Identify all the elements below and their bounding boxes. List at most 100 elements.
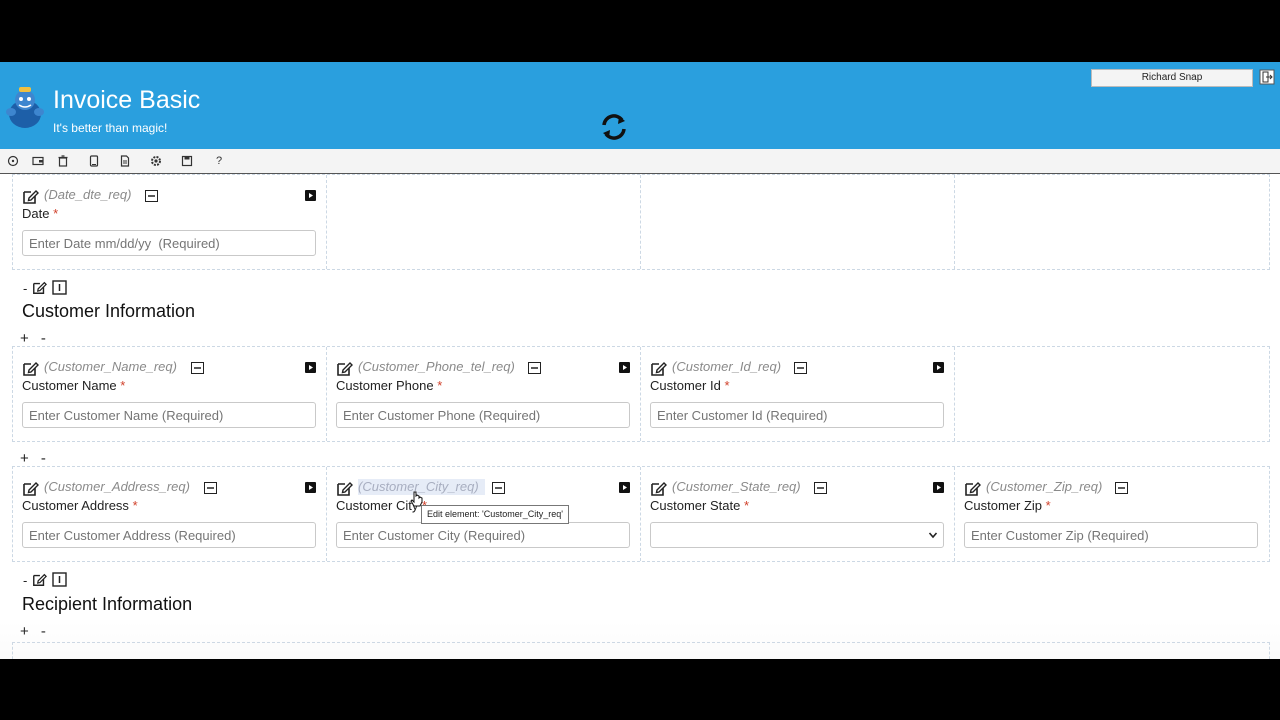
add-remove-row-controls[interactable]: + - xyxy=(20,623,50,640)
customer-state-cell: (Customer_State_req) Customer State * xyxy=(641,467,955,561)
collapse-icon[interactable] xyxy=(1115,482,1128,494)
edit-icon[interactable] xyxy=(650,360,667,377)
label-text: Customer Address xyxy=(22,498,129,513)
required-marker: * xyxy=(53,206,59,221)
customer-name-cell: (Customer_Name_req) Customer Name * xyxy=(13,347,327,441)
field-id-label: (Date_dte_req) xyxy=(44,187,132,202)
edit-section-icon[interactable] xyxy=(32,572,47,587)
form-content: (Date_dte_req) Date * - Customer Informa… xyxy=(0,174,1280,659)
save-icon[interactable] xyxy=(181,155,193,167)
document-icon[interactable] xyxy=(119,155,131,167)
edit-icon[interactable] xyxy=(22,360,39,377)
collapse-icon[interactable] xyxy=(191,362,204,374)
gear-icon[interactable] xyxy=(150,155,162,167)
customer-address-cell: (Customer_Address_req) Customer Address … xyxy=(13,467,327,561)
collapse-icon[interactable] xyxy=(528,362,541,374)
empty-cell xyxy=(955,175,1268,269)
tablet-icon[interactable] xyxy=(88,155,100,167)
empty-cell xyxy=(955,347,1268,441)
customer-section-title: Customer Information xyxy=(22,301,196,321)
date-input[interactable] xyxy=(22,230,316,256)
empty-cell xyxy=(327,175,641,269)
label-text: Customer Name xyxy=(22,378,117,393)
customer-phone-label: Customer Phone * xyxy=(336,378,442,393)
label-text: Customer City xyxy=(336,498,419,513)
date-row: (Date_dte_req) Date * xyxy=(12,174,1270,270)
move-right-icon[interactable] xyxy=(619,362,630,373)
field-id-label: (Customer_Id_req) xyxy=(672,359,782,374)
app-title: Invoice Basic xyxy=(53,86,201,114)
field-id-label: (Customer_State_req) xyxy=(672,479,801,494)
label-text: Customer Phone xyxy=(336,378,434,393)
date-label-text: Date xyxy=(22,206,50,221)
empty-cell xyxy=(641,175,955,269)
collapse-icon[interactable] xyxy=(794,362,807,374)
move-right-icon[interactable] xyxy=(305,362,316,373)
tooltip: Edit element: 'Customer_City_req' xyxy=(421,505,569,524)
field-id-label: (Customer_Phone_tel_req) xyxy=(358,359,515,374)
edit-icon[interactable] xyxy=(22,188,39,205)
recipient-section-title: Recipient Information xyxy=(22,594,193,614)
customer-address-input[interactable] xyxy=(22,522,316,548)
customer-address-label: Customer Address * xyxy=(22,498,138,513)
customer-state-label: Customer State * xyxy=(650,498,749,513)
edit-icon[interactable] xyxy=(336,480,353,497)
required-marker: * xyxy=(132,498,138,513)
collapse-icon[interactable] xyxy=(814,482,827,494)
customer-city-input[interactable] xyxy=(336,522,630,548)
edit-icon[interactable] xyxy=(650,480,667,497)
customer-id-cell: (Customer_Id_req) Customer Id * xyxy=(641,347,955,441)
field-id-label: (Customer_Address_req) xyxy=(44,479,190,494)
add-remove-row-controls[interactable]: + - xyxy=(20,450,50,467)
customer-row-1: (Customer_Name_req) Customer Name * (Cus… xyxy=(12,346,1270,442)
customer-zip-cell: (Customer_Zip_req) Customer Zip * xyxy=(955,467,1268,561)
customer-zip-input[interactable] xyxy=(964,522,1258,548)
app-window: Invoice Basic It's better than magic! Ri… xyxy=(0,62,1280,659)
customer-state-select[interactable] xyxy=(650,522,944,548)
trash-icon[interactable] xyxy=(57,155,69,167)
section-info-icon[interactable] xyxy=(52,280,67,295)
required-marker: * xyxy=(1045,498,1051,513)
edit-icon[interactable] xyxy=(964,480,981,497)
field-id-label: (Customer_Zip_req) xyxy=(986,479,1103,494)
app-subtitle: It's better than magic! xyxy=(53,121,168,135)
palette-icon[interactable] xyxy=(7,155,19,167)
section-collapse-dash[interactable]: - xyxy=(23,573,27,588)
refresh-icon[interactable] xyxy=(599,112,629,142)
add-remove-row-controls[interactable]: + - xyxy=(20,330,50,347)
collapse-icon[interactable] xyxy=(145,190,158,202)
help-icon[interactable]: ? xyxy=(213,155,225,167)
required-marker: * xyxy=(120,378,126,393)
label-text: Customer Id xyxy=(650,378,721,393)
label-text: Customer Zip xyxy=(964,498,1043,513)
genie-logo-icon xyxy=(6,87,44,128)
logout-icon[interactable] xyxy=(1259,69,1275,85)
chevron-down-icon xyxy=(928,532,938,539)
date-label: Date * xyxy=(22,206,58,221)
required-marker: * xyxy=(743,498,750,513)
wallet-icon[interactable] xyxy=(32,155,44,167)
field-id-label: (Customer_Name_req) xyxy=(44,359,177,374)
move-right-icon[interactable] xyxy=(305,190,316,201)
customer-name-input[interactable] xyxy=(22,402,316,428)
edit-icon[interactable] xyxy=(22,480,39,497)
move-right-icon[interactable] xyxy=(305,482,316,493)
customer-id-input[interactable] xyxy=(650,402,944,428)
customer-phone-cell: (Customer_Phone_tel_req) Customer Phone … xyxy=(327,347,641,441)
section-collapse-dash[interactable]: - xyxy=(23,281,27,296)
customer-phone-input[interactable] xyxy=(336,402,630,428)
move-right-icon[interactable] xyxy=(933,482,944,493)
section-info-icon[interactable] xyxy=(52,572,67,587)
edit-section-icon[interactable] xyxy=(32,280,47,295)
collapse-icon[interactable] xyxy=(204,482,217,494)
user-name-display[interactable]: Richard Snap xyxy=(1091,69,1253,87)
required-marker: * xyxy=(437,378,443,393)
app-header: Invoice Basic It's better than magic! Ri… xyxy=(0,62,1280,149)
customer-zip-label: Customer Zip * xyxy=(964,498,1051,513)
move-right-icon[interactable] xyxy=(933,362,944,373)
move-right-icon[interactable] xyxy=(619,482,630,493)
required-marker: * xyxy=(724,378,730,393)
collapse-icon[interactable] xyxy=(492,482,505,494)
date-field-cell: (Date_dte_req) Date * xyxy=(13,175,327,269)
edit-icon[interactable] xyxy=(336,360,353,377)
